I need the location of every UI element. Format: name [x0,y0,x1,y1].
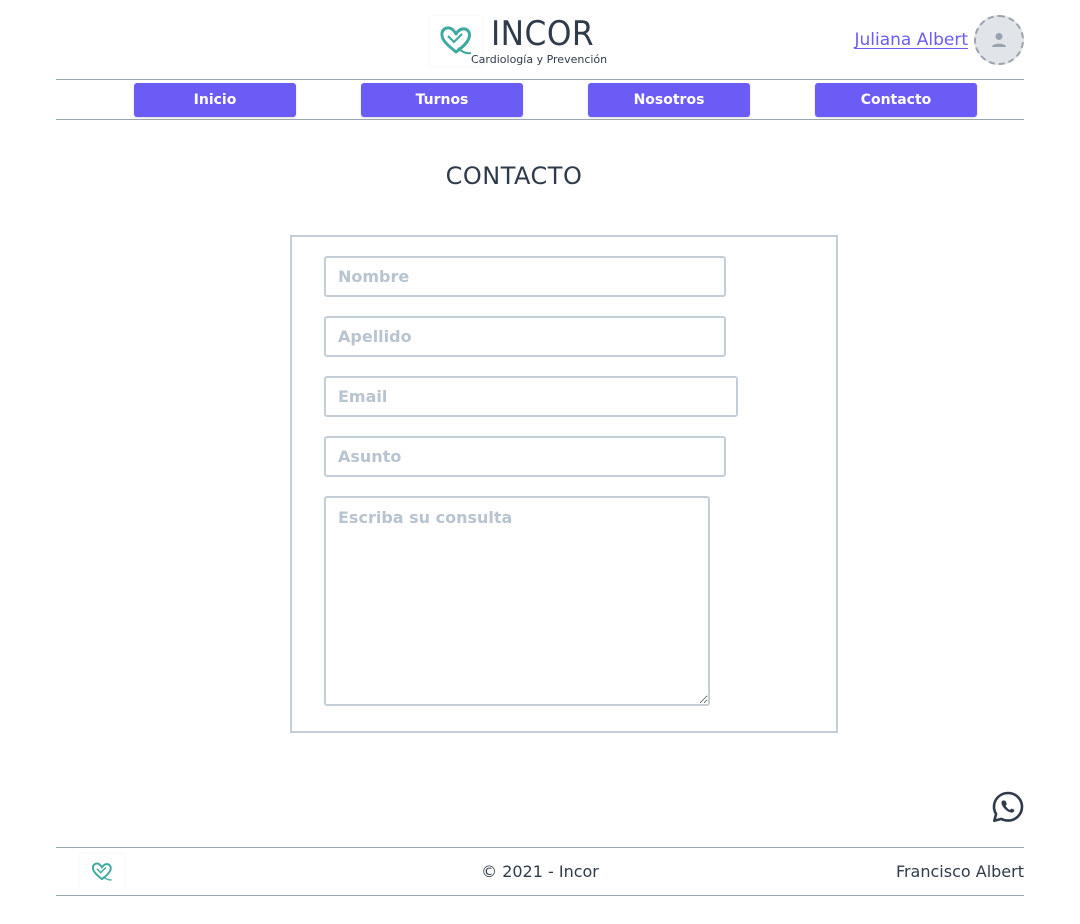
whatsapp-button[interactable] [991,790,1025,824]
nav-item-nosotros[interactable]: Nosotros [588,83,750,117]
email-input[interactable] [324,376,738,417]
apellido-input[interactable] [324,316,726,357]
contact-form [290,235,838,733]
nav-top-divider [56,79,1024,80]
avatar[interactable] [974,15,1024,65]
asunto-input[interactable] [324,436,726,477]
brand[interactable]: INCOR Cardiología y Prevención [430,14,620,68]
brand-title: INCOR [491,14,595,54]
footer-top-divider [56,847,1024,848]
footer-bottom-divider [56,895,1024,896]
user-menu[interactable]: Juliana Albert [854,15,1024,65]
nav-item-contacto[interactable]: Contacto [815,83,977,117]
author-text: Francisco Albert [895,862,1024,881]
nav-bottom-divider [56,119,1024,120]
consulta-textarea[interactable] [324,496,710,706]
heart-stethoscope-icon [440,26,472,55]
nav-item-turnos[interactable]: Turnos [361,83,523,117]
nav-item-inicio[interactable]: Inicio [134,83,296,117]
user-name-link[interactable]: Juliana Albert [854,30,968,50]
page-title: CONTACTO [445,162,583,190]
main-nav: Inicio Turnos Nosotros Contacto [56,81,1024,119]
brand-subtitle: Cardiología y Prevención [471,53,608,66]
nombre-input[interactable] [324,256,726,297]
user-icon [992,33,1006,47]
whatsapp-icon [992,791,1024,822]
